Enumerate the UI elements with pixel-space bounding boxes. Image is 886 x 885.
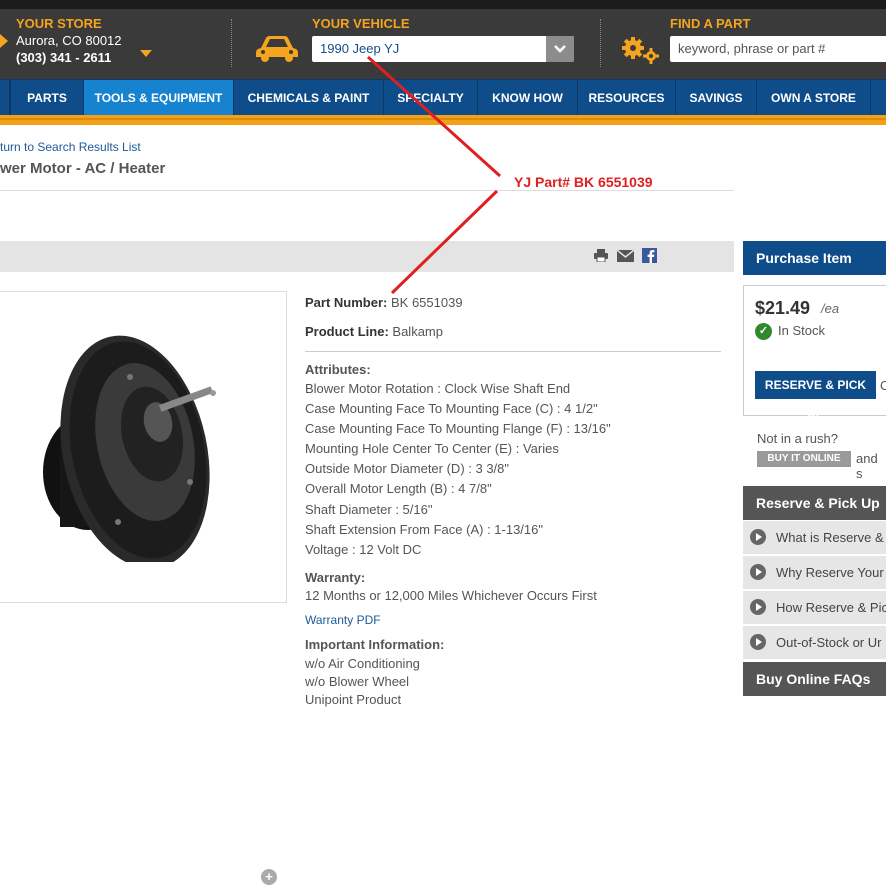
rush-text: Not in a rush? [757,431,838,446]
product-image-frame[interactable]: + [0,291,287,885]
stock-status: In Stock [778,323,825,338]
faq-item-label: What is Reserve & [776,530,884,545]
important-info-heading: Important Information: [305,637,445,652]
page-title: wer Motor - AC / Heater [0,160,166,177]
divider [600,19,601,67]
play-icon [750,599,766,615]
attribute-item: Blower Motor Rotation : Clock Wise Shaft… [305,381,571,396]
part-search-input[interactable]: keyword, phrase or part # [670,36,886,62]
attribute-item: Shaft Diameter : 5/16" [305,502,433,517]
reserve-pick-up-button[interactable]: RESERVE & PICK UP [755,371,876,420]
store-address[interactable]: Aurora, CO 80012 [16,33,122,48]
main-nav: PARTS TOOLS & EQUIPMENT CHEMICALS & PAIN… [0,79,886,116]
nav-specialty[interactable]: SPECIALTY [383,80,477,116]
attribute-item: Shaft Extension From Face (A) : 1-13/16" [305,522,543,537]
attribute-item: Mounting Hole Center To Center (E) : Var… [305,441,559,456]
divider [305,351,721,352]
faq-item-label: How Reserve & Pic [776,600,886,615]
annotation-label: YJ Part# BK 6551039 [514,174,653,190]
check-icon: ✓ [755,323,772,340]
product-line-label: Product Line: [305,324,389,339]
buy-trailing-text: and s [856,451,878,481]
gears-icon [622,37,659,64]
attribute-item: Voltage : 12 Volt DC [305,542,422,557]
reserve-faq-heading: Reserve & Pick Up [743,486,886,520]
important-item: Unipoint Product [305,692,402,707]
chevron-down-icon [554,45,566,53]
vehicle-select[interactable]: 1990 Jeep YJ [312,36,574,62]
store-pin-icon [0,34,8,48]
vehicle-dropdown-button[interactable] [546,36,574,62]
play-icon [750,564,766,580]
attribute-item: Outside Motor Diameter (D) : 3 3/8" [305,461,510,476]
return-to-results-link[interactable]: turn to Search Results List [0,140,141,154]
attribute-item: Overall Motor Length (B) : 4 7/8" [305,481,492,496]
accent-bar [0,115,886,125]
facebook-icon[interactable] [642,248,657,263]
nav-parts[interactable]: PARTS [10,80,83,116]
attribute-item: Case Mounting Face To Mounting Face (C) … [305,401,598,416]
part-number-row: Part Number: BK 6551039 [305,295,463,310]
divider [0,190,734,191]
search-placeholder: keyword, phrase or part # [678,41,826,56]
price: $21.49 [755,298,811,318]
divider [231,19,232,67]
warranty-pdf-link[interactable]: Warranty PDF [305,613,381,627]
nav-own-a-store[interactable]: OWN A STORE [756,80,870,116]
store-phone[interactable]: (303) 341 - 2611 [16,50,111,65]
share-toolbar [0,241,734,272]
purchase-item-heading: Purchase Item [743,241,886,275]
warranty-text: 12 Months or 12,000 Miles Whichever Occu… [305,588,597,603]
car-icon [256,36,298,62]
nav-know-how[interactable]: KNOW HOW [477,80,577,116]
attribute-item: Case Mounting Face To Mounting Flange (F… [305,421,611,436]
buy-it-online-button[interactable]: BUY IT ONLINE [757,451,851,467]
nav-savings[interactable]: SAVINGS [675,80,756,116]
vehicle-select-value: 1990 Jeep YJ [320,41,400,56]
accent-bar-line [0,118,886,120]
nav-resources[interactable]: RESOURCES [577,80,675,116]
nav-tools-equipment[interactable]: TOOLS & EQUIPMENT [83,80,233,116]
play-icon [750,529,766,545]
faq-item-label: Why Reserve Your [776,565,884,580]
print-icon[interactable] [594,249,608,262]
price-unit: /ea [821,301,840,316]
part-number-value: BK 6551039 [390,295,463,310]
find-a-part-label: FIND A PART [670,16,751,31]
email-icon[interactable] [617,250,634,262]
part-number-label: Part Number: [305,295,388,310]
top-strip [0,0,886,9]
warranty-heading: Warranty: [305,570,366,585]
product-line-row: Product Line: Balkamp [305,324,443,339]
attributes-heading: Attributes: [305,362,371,377]
play-icon [750,634,766,650]
reserve-trailing-text: C [880,378,886,393]
faq-item-label: Out-of-Stock or Ur [776,635,882,650]
important-item: w/o Blower Wheel [305,674,410,689]
buy-online-faq-heading: Buy Online FAQs [743,662,886,696]
blower-motor-image [43,335,216,562]
your-vehicle-label: YOUR VEHICLE [312,16,410,31]
nav-chemicals-paint[interactable]: CHEMICALS & PAINT [233,80,383,116]
chevron-down-icon[interactable] [140,50,152,58]
important-item: w/o Air Conditioning [305,656,420,671]
site-header: YOUR STORE Aurora, CO 80012 (303) 341 - … [0,9,886,79]
zoom-icon[interactable]: + [261,869,277,885]
your-store-label: YOUR STORE [16,16,102,31]
product-line-value: Balkamp [392,324,443,339]
